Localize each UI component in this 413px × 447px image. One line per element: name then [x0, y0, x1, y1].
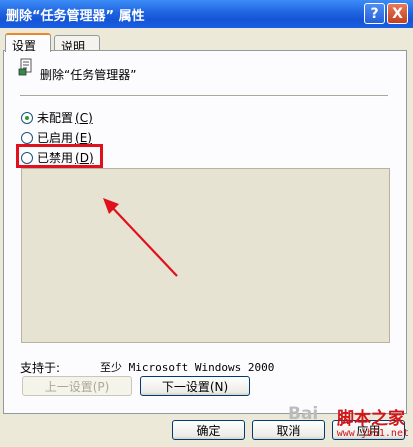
watermark-baidu: Bai: [288, 404, 319, 424]
highlight-box: [16, 144, 103, 168]
watermark-sub: www.jb51.net: [336, 428, 409, 439]
radio-label: 未配置: [37, 111, 74, 125]
help-icon: ?: [370, 5, 379, 22]
policy-title: 删除“任务管理器”: [40, 68, 137, 82]
previous-setting-button[interactable]: 上一设置(P): [22, 376, 132, 396]
watermark-main: 脚本之家: [337, 409, 405, 429]
radio-accel: (E): [75, 130, 92, 145]
window-title: 删除“任务管理器” 属性: [6, 9, 145, 24]
radio-circle[interactable]: [21, 111, 33, 124]
options-panel: [21, 168, 390, 343]
policy-icon: [18, 58, 32, 76]
tab-settings-label: 设置: [12, 39, 37, 53]
support-value: 至少 Microsoft Windows 2000: [100, 361, 275, 374]
radio-circle[interactable]: [21, 131, 33, 144]
radio-accel: (C): [75, 110, 93, 125]
help-button[interactable]: ?: [364, 3, 385, 24]
radio-not-configured[interactable]: 未配置 (C): [21, 109, 93, 126]
close-icon: X: [392, 5, 403, 22]
next-setting-label: 下一设置(N): [161, 379, 229, 394]
arrow-annotation: [103, 198, 178, 277]
tab-settings[interactable]: 设置: [5, 33, 51, 53]
close-button[interactable]: X: [387, 3, 408, 24]
title-bar[interactable]: 删除“任务管理器” 属性 ? X: [0, 0, 413, 28]
separator: [20, 95, 388, 97]
ok-label: 确定: [196, 423, 221, 438]
previous-setting-label: 上一设置(P): [44, 379, 110, 394]
ok-button[interactable]: 确定: [172, 420, 245, 440]
next-setting-button[interactable]: 下一设置(N): [140, 376, 250, 396]
support-label: 支持于:: [20, 361, 61, 375]
watermark: Bai 脚本之家 www.jb51.net: [288, 404, 413, 447]
